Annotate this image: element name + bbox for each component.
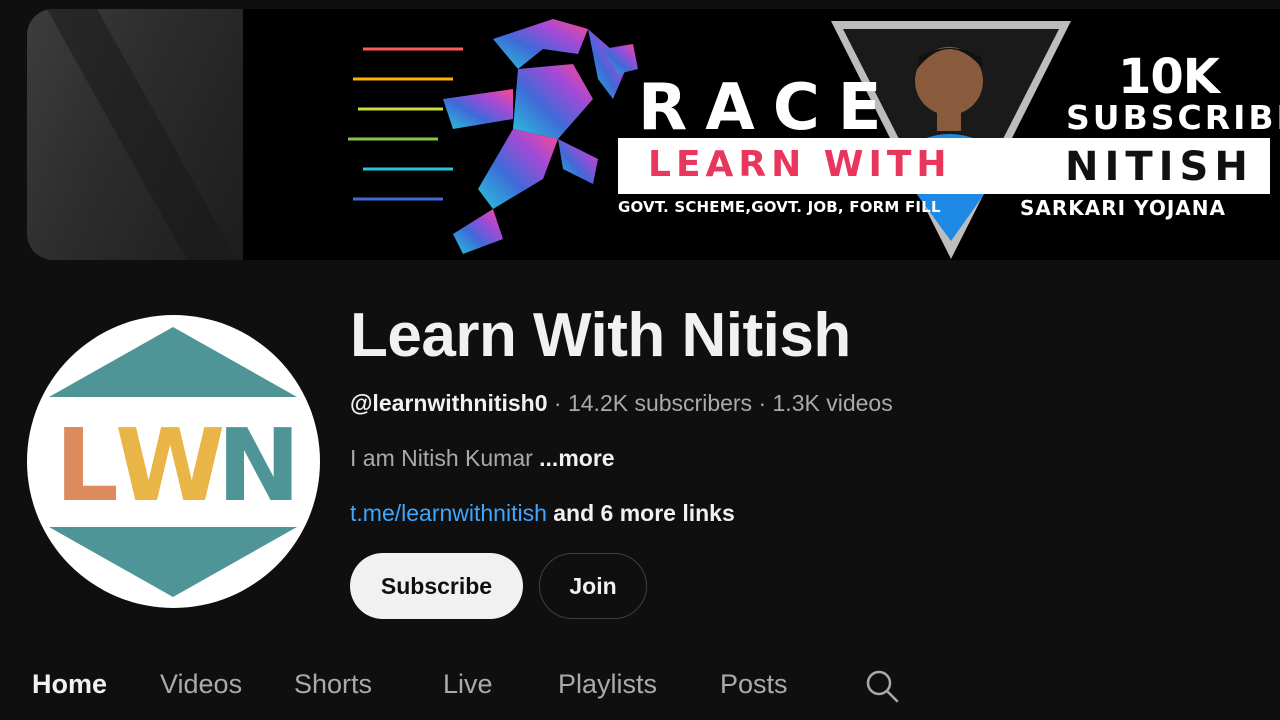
join-button[interactable]: Join bbox=[539, 553, 647, 619]
meta-separator: · bbox=[752, 390, 773, 416]
video-count: 1.3K videos bbox=[772, 390, 893, 416]
banner-learn-with-text: LEARN WITH bbox=[648, 144, 952, 185]
more-button[interactable]: ...more bbox=[539, 445, 614, 471]
banner-subscriber-text: SUBSCRIBER bbox=[1066, 98, 1280, 137]
channel-meta: @learnwithnitish0 · 14.2K subscribers · … bbox=[350, 390, 893, 417]
logo-letter-l: L bbox=[55, 407, 119, 524]
logo-letter-w: W bbox=[115, 407, 225, 524]
banner-left-panel bbox=[27, 9, 243, 260]
search-icon[interactable] bbox=[864, 668, 900, 704]
tab-home[interactable]: Home bbox=[32, 669, 107, 700]
tab-playlists[interactable]: Playlists bbox=[558, 669, 657, 700]
tab-shorts[interactable]: Shorts bbox=[294, 669, 372, 700]
channel-links[interactable]: t.me/learnwithnitish and 6 more links bbox=[350, 500, 735, 527]
banner-sarkari-text: SARKARI YOJANA bbox=[1020, 196, 1226, 220]
subscriber-count: 14.2K subscribers bbox=[567, 390, 753, 416]
banner-stripe-decoration bbox=[47, 9, 237, 260]
channel-banner: 10K SUBSCRIBER RACE LEARN WITH NITISH GO… bbox=[27, 9, 1280, 260]
subscribe-button[interactable]: Subscribe bbox=[350, 553, 523, 619]
banner-nitish-text: NITISH bbox=[1065, 144, 1254, 190]
runner-illustration bbox=[348, 19, 638, 254]
more-links-button[interactable]: and 6 more links bbox=[547, 500, 735, 526]
banner-10k-text: 10K bbox=[1118, 49, 1220, 105]
telegram-link[interactable]: t.me/learnwithnitish bbox=[350, 500, 547, 526]
tab-posts[interactable]: Posts bbox=[720, 669, 788, 700]
channel-description[interactable]: I am Nitish Kumar ...more bbox=[350, 445, 615, 472]
channel-avatar[interactable]: L W N bbox=[27, 315, 320, 608]
tab-live[interactable]: Live bbox=[443, 669, 493, 700]
banner-race-text: RACE bbox=[638, 71, 900, 145]
logo-letter-n: N bbox=[217, 407, 301, 524]
lwn-logo: L W N bbox=[49, 327, 301, 597]
tab-videos[interactable]: Videos bbox=[160, 669, 242, 700]
meta-separator: · bbox=[547, 390, 568, 416]
banner-artwork: 10K SUBSCRIBER RACE LEARN WITH NITISH GO… bbox=[243, 9, 1280, 260]
banner-govt-text: GOVT. SCHEME,GOVT. JOB, FORM FILL bbox=[618, 198, 941, 216]
channel-tabs: Home Videos Shorts Live Playlists Posts bbox=[0, 660, 1280, 720]
description-text: I am Nitish Kumar bbox=[350, 445, 540, 471]
channel-name: Learn With Nitish bbox=[350, 301, 851, 370]
channel-handle: @learnwithnitish0 bbox=[350, 390, 548, 416]
